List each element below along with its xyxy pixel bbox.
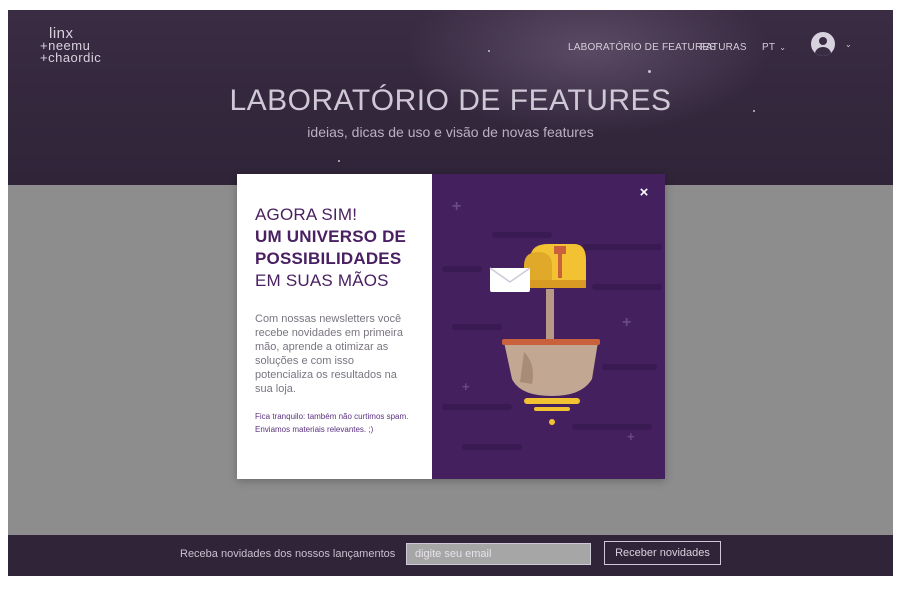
email-input[interactable] xyxy=(406,543,591,565)
close-icon[interactable]: × xyxy=(635,184,653,202)
user-body-shape xyxy=(815,47,831,56)
user-avatar[interactable] xyxy=(811,32,835,56)
modal-description: Com nossas newsletters você recebe novid… xyxy=(255,313,403,395)
logo-line: +chaordic xyxy=(40,50,102,65)
language-selector[interactable]: PT ⌄ xyxy=(762,42,786,53)
headline-line-bold: POSSIBILIDADES xyxy=(255,249,402,268)
mailbox-illustration xyxy=(489,244,600,425)
newsletter-modal: AGORA SIM! UM UNIVERSO DE POSSIBILIDADES… xyxy=(237,174,665,479)
chevron-down-icon: ⌄ xyxy=(779,43,787,52)
subscribe-button[interactable]: Receber novidades xyxy=(604,541,721,565)
hero-header: linx +neemu +chaordic LABORATÓRIO DE FEA… xyxy=(8,10,893,185)
modal-headline: AGORA SIM! UM UNIVERSO DE POSSIBILIDADES… xyxy=(255,204,406,292)
headline-line-bold: UM UNIVERSO DE xyxy=(255,227,407,246)
chevron-down-icon[interactable]: ⌄ xyxy=(845,40,852,49)
language-label: PT xyxy=(762,42,776,53)
headline-line: EM SUAS MÃOS xyxy=(255,271,389,290)
nav-item-laboratorio[interactable]: LABORATÓRIO DE FEATURES xyxy=(568,42,716,53)
hero-subtitle: ideias, dicas de uso e visão de novas fe… xyxy=(307,124,594,140)
nav-item-faturas[interactable]: FATURAS xyxy=(700,42,747,53)
hero-title: LABORATÓRIO DE FEATURES xyxy=(229,84,672,117)
modal-note: Fica tranquilo: também não curtimos spam… xyxy=(255,412,409,434)
headline-line: AGORA SIM! xyxy=(255,205,358,224)
star-decoration xyxy=(338,160,340,162)
user-circle-icon xyxy=(819,37,827,45)
modal-text-panel: AGORA SIM! UM UNIVERSO DE POSSIBILIDADES… xyxy=(237,174,432,479)
modal-illustration-panel: + + + + × xyxy=(432,174,665,479)
newsletter-bar: Receba novidades dos nossos lançamentos … xyxy=(8,535,893,576)
star-decoration xyxy=(648,70,651,73)
star-decoration xyxy=(488,50,490,52)
newsletter-text: Receba novidades dos nossos lançamentos xyxy=(180,548,396,560)
linx-logo[interactable]: linx +neemu +chaordic xyxy=(40,26,110,74)
